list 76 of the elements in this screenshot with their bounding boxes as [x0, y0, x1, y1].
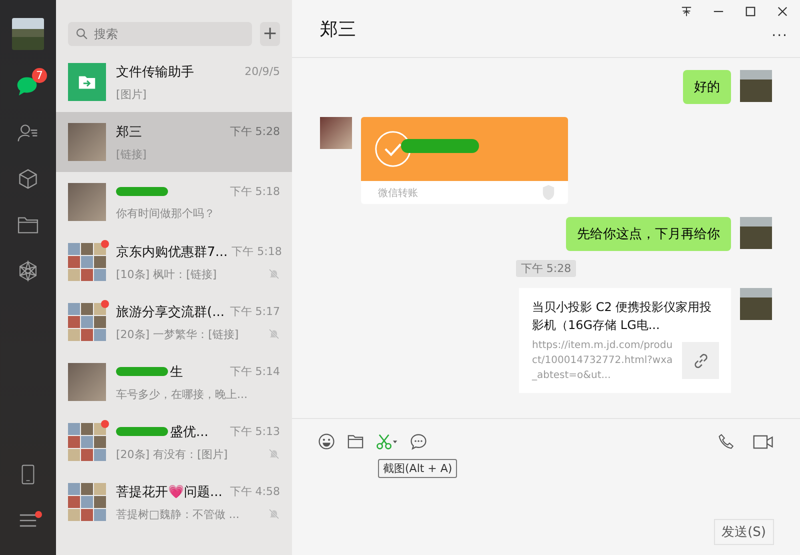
photo-placeholder: [320, 117, 352, 149]
photo-placeholder: [740, 70, 772, 102]
message-preview: 菩提树□魏静：不管做 ...: [116, 506, 240, 522]
chat-time: 下午 5:18: [230, 184, 280, 199]
message-preview: [图片]: [116, 86, 147, 102]
chat-list-item[interactable]: 盛优... 下午 5:13 [20条] 有没有：[图片]: [56, 412, 292, 472]
chat-bubble-icon[interactable]: [410, 433, 427, 450]
sidebar-button[interactable]: 7: [0, 64, 56, 110]
chat-list-item[interactable]: 菩提花开💗问题... 下午 4:58 菩提树□魏静：不管做 ...: [56, 472, 292, 532]
message-bubble: 好的: [683, 70, 731, 104]
photo-placeholder: [68, 183, 106, 221]
folder-icon[interactable]: [347, 434, 364, 449]
file-transfer-avatar: [68, 63, 106, 101]
link-title: 当贝小投影 C2 便携投影仪家用投影机（16G存储 LG电...: [532, 299, 713, 334]
search-icon: [76, 28, 88, 40]
folder-icon: [17, 216, 39, 234]
chat-time: 下午 5:14: [230, 364, 280, 379]
aperture-icon: [17, 260, 39, 282]
chat-time: 下午 5:13: [230, 424, 280, 439]
close-icon[interactable]: [777, 6, 788, 17]
photo-placeholder[interactable]: [12, 18, 44, 50]
chat-name: 旅游分享交流群(...: [116, 304, 224, 320]
chat-name: 文件传输助手: [116, 64, 194, 80]
group-avatar: [68, 243, 106, 281]
link-icon: [692, 352, 710, 370]
shield-icon: [541, 184, 556, 201]
photo-placeholder: [68, 363, 106, 401]
message-preview: 车号多少，在哪接，晚上...: [116, 386, 248, 402]
message-preview: [20条] 一梦繁华：[链接]: [116, 326, 239, 342]
chat-name: 生: [170, 364, 183, 380]
send-button[interactable]: 发送(S): [714, 519, 774, 545]
chat-time: 下午 4:58: [230, 484, 280, 499]
photo-placeholder: [740, 288, 772, 320]
chat-time: 下午 5:17: [230, 304, 280, 319]
group-avatar: [68, 483, 106, 521]
chat-list-item[interactable]: 郑三 下午 5:28 [链接]: [56, 112, 292, 172]
emoji-icon[interactable]: [318, 433, 335, 450]
cube-icon: [17, 168, 39, 190]
phone-icon: [21, 464, 35, 484]
conversation-title: 郑三: [320, 18, 356, 40]
video-call-icon[interactable]: [753, 434, 774, 450]
link-card[interactable]: 当贝小投影 C2 便携投影仪家用投影机（16G存储 LG电... https://item.m.jd.com/product/100014732772.html?wxa_abtest=o&ut...: [519, 288, 731, 393]
photo-placeholder: [68, 123, 106, 161]
chat-name: 盛优...: [170, 424, 208, 440]
chat-list-item[interactable]: 文件传输助手 20/9/5 [图片]: [56, 52, 292, 112]
link-url: https://item.m.jd.com/product/100014732772.html?wxa_abtest=o&ut...: [532, 339, 674, 383]
phone-call-icon[interactable]: [718, 433, 735, 450]
message-preview: 你有时间做那个吗？: [116, 206, 215, 221]
add-button[interactable]: +: [260, 22, 280, 46]
search-field[interactable]: 搜索: [68, 22, 252, 46]
chat-time: 20/9/5: [244, 65, 280, 78]
group-avatar: [68, 303, 106, 341]
message-preview: [10条] 枫叶：[链接]: [116, 266, 217, 282]
pin-icon[interactable]: [681, 6, 692, 17]
chat-name: 菩提花开💗问题...: [116, 484, 222, 500]
message-preview: [链接]: [116, 146, 147, 162]
group-avatar: [68, 423, 106, 461]
menu-icon: [19, 512, 37, 528]
timestamp: 下午 5:28: [516, 260, 576, 277]
message-bubble: 先给你这点，下月再给你: [566, 217, 731, 251]
tooltip: 截图(Alt + A): [378, 459, 458, 478]
chat-time: 下午 5:18: [232, 244, 282, 259]
photo-placeholder: [740, 217, 772, 249]
transfer-label: 微信转账: [378, 186, 418, 200]
chat-name: 郑三: [116, 124, 142, 140]
chat-time: 下午 5:28: [230, 124, 280, 139]
chat-name: 京东内购优惠群7...: [116, 244, 228, 260]
person-list-icon: [17, 122, 39, 144]
maximize-icon[interactable]: [745, 6, 756, 17]
unread-badge: 7: [32, 68, 47, 83]
message-preview: [20条] 有没有：[图片]: [116, 446, 228, 462]
more-button[interactable]: ···: [772, 28, 788, 44]
chat-list-item[interactable]: 京东内购优惠群7... 下午 5:18 [10条] 枫叶：[链接]: [56, 232, 292, 292]
chat-list-item[interactable]: 旅游分享交流群(... 下午 5:17 [20条] 一梦繁华：[链接]: [56, 292, 292, 352]
scissors-icon[interactable]: [376, 433, 398, 450]
chat-list-item[interactable]: 生 下午 5:14 车号多少，在哪接，晚上...: [56, 352, 292, 412]
